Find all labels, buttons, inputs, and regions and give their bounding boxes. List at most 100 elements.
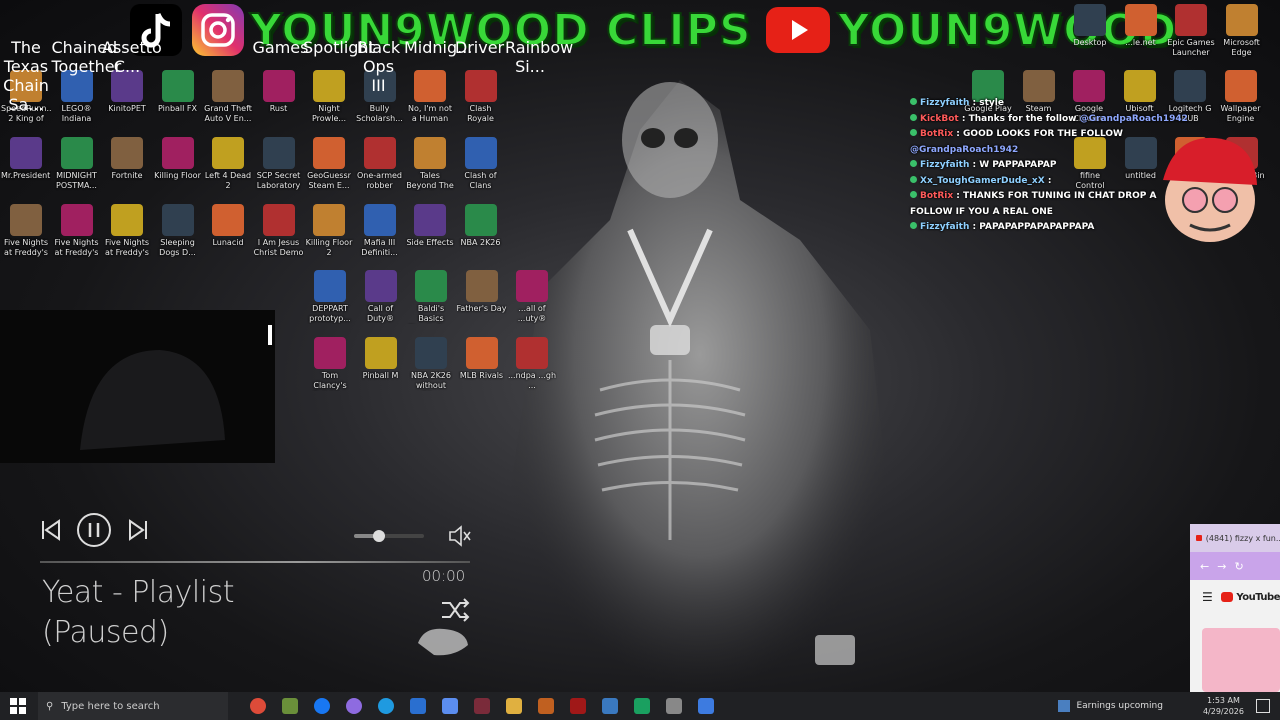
desktop-icon[interactable]: Call of Duty® — [356, 270, 406, 336]
desktop-icon-label[interactable]: Driver — [455, 38, 505, 57]
browser-tab[interactable]: (4841) fizzy x fun... — [1190, 524, 1280, 552]
desktop-icon-label: Lunacid — [212, 238, 244, 247]
desktop-icon[interactable]: LEGO® Indiana Jon... — [52, 70, 102, 136]
previous-track-icon[interactable] — [38, 517, 64, 543]
desktop-icon-label: Rust — [269, 104, 288, 113]
app-icon — [363, 204, 396, 236]
desktop-icon[interactable]: Five Nights at Freddy's 2 — [52, 204, 102, 270]
desktop-icon[interactable]: NBA 2K26 without EA... — [406, 337, 456, 403]
forward-arrow-icon[interactable]: → — [1217, 560, 1226, 573]
desktop-icon[interactable]: Wallpaper Engine — [1216, 70, 1266, 136]
browser-window[interactable]: (4841) fizzy x fun... ← → ↻ ☰ YouTube — [1190, 524, 1280, 692]
app-icon — [516, 270, 548, 302]
chrome-icon[interactable] — [250, 698, 266, 714]
desktop-icon[interactable]: KinitoPET — [102, 70, 152, 136]
pause-button[interactable] — [76, 512, 112, 548]
desktop-icon[interactable]: Tales Beyond The Tomb ... — [405, 137, 455, 203]
edge-icon[interactable] — [378, 698, 394, 714]
desktop-icon[interactable]: Killing Floor — [153, 137, 203, 203]
desktop-icon[interactable]: Clash of Clans — [456, 137, 506, 203]
shuffle-icon[interactable] — [440, 597, 470, 623]
desktop-icon[interactable]: Night Prowle... — [304, 70, 354, 136]
track-progress-line[interactable] — [40, 561, 470, 563]
next-track-icon[interactable] — [125, 517, 151, 543]
desktop-icon-label[interactable]: Rainbow Si... — [505, 38, 573, 76]
windows-start-icon[interactable] — [10, 698, 26, 714]
desktop-icon[interactable]: Lunacid — [203, 204, 253, 270]
desktop-icon[interactable]: Baldi's Basics Classic Re... — [406, 270, 456, 336]
volume-slider[interactable] — [354, 530, 424, 542]
desktop-icon[interactable]: ...ndpa ...gh ... — [507, 337, 557, 403]
game-icon[interactable] — [538, 698, 554, 714]
news-widget-icon[interactable] — [1058, 700, 1071, 712]
desktop-icon[interactable]: ...all of ...uty® — [507, 270, 557, 336]
desktop-icon-label[interactable]: Assetto C... — [102, 38, 162, 76]
desktop-icon[interactable]: SCP Secret Laboratory — [254, 137, 304, 203]
file-explorer-icon[interactable] — [506, 698, 522, 714]
minecraft-icon[interactable] — [282, 698, 298, 714]
taskbar-search-box[interactable]: ⚲ Type here to search — [38, 692, 228, 720]
desktop-icon-label[interactable]: Games — [253, 38, 309, 57]
desktop-icon[interactable]: Killing Floor 2 — [304, 204, 354, 270]
desktop-icon[interactable]: Microsoft Edge — [1217, 4, 1267, 70]
chat-message: Fizzyfaith : style — [910, 96, 1200, 112]
store-icon[interactable] — [410, 698, 426, 714]
back-arrow-icon[interactable]: ← — [1200, 560, 1209, 573]
notepad-icon[interactable] — [602, 698, 618, 714]
desktop-icon[interactable]: Rust — [254, 70, 304, 136]
desktop-icon-label[interactable]: The Texas Chain Sa... — [1, 38, 51, 114]
photos-icon[interactable] — [666, 698, 682, 714]
chat-mention: @GrandpaRoach1942 — [910, 144, 1019, 155]
desktop-icon[interactable]: MIDNIGHT POSTMA... — [52, 137, 102, 203]
clock-date: 4/29/2026 — [1202, 707, 1244, 716]
menu-hamburger-icon[interactable]: ☰ — [1202, 590, 1213, 604]
desktop-icon-label[interactable]: Black Ops III — [354, 38, 404, 95]
app-icon[interactable] — [474, 698, 490, 714]
xbox-icon[interactable] — [634, 698, 650, 714]
desktop-icon-label[interactable]: Spotlight — [303, 38, 375, 57]
desktop-icon[interactable]: Left 4 Dead 2 — [203, 137, 253, 203]
chat-badge-icon — [910, 98, 917, 105]
notification-icon[interactable] — [1256, 699, 1270, 713]
desktop-icon[interactable]: Five Nights at Freddy's — [1, 204, 51, 270]
desktop-icon[interactable]: Clash Royale — [456, 70, 506, 136]
desktop-icon[interactable]: Mr.President! — [1, 137, 51, 203]
desktop-icon[interactable]: Sleeping Dogs D... — [153, 204, 203, 270]
reload-icon[interactable]: ↻ — [1234, 560, 1243, 573]
desktop-icon[interactable]: I Am Jesus Christ Demo — [254, 204, 304, 270]
active-window-icon[interactable] — [698, 698, 714, 714]
desktop-icon[interactable]: Epic Games Launcher — [1166, 4, 1216, 70]
copilot-icon[interactable] — [346, 698, 362, 714]
desktop-icon[interactable]: Pinball M — [356, 337, 406, 403]
desktop-icon-label[interactable]: Midnig... — [404, 38, 472, 57]
music-player-widget: 00:00 Yeat - Playlist (Paused) — [30, 505, 490, 685]
mail-icon[interactable] — [442, 698, 458, 714]
desktop-icon[interactable]: Tom Clancy's Rainbow Si... — [305, 337, 355, 403]
desktop-icon[interactable]: Grand Theft Auto V En... — [203, 70, 253, 136]
desktop-icon[interactable]: Side Effects — [405, 204, 455, 270]
desktop-icon-label: KinitoPET — [108, 104, 146, 113]
desktop-icon[interactable]: Fortnite — [102, 137, 152, 203]
desktop-icon[interactable]: Father's Day — [457, 270, 507, 336]
mute-speaker-icon[interactable] — [448, 525, 472, 547]
desktop-icon[interactable]: No, I'm not a Human — [405, 70, 455, 136]
desktop-icon[interactable]: NBA 2K26 — [456, 204, 506, 270]
news-widget-text[interactable]: Earnings upcoming — [1076, 701, 1162, 711]
taskbar-clock[interactable]: 1:53 AM 4/29/2026 — [1203, 695, 1244, 717]
desktop-icon[interactable]: GeoGuessr Steam E... — [304, 137, 354, 203]
playback-state: (Paused) — [42, 615, 169, 650]
volume-slider-knob[interactable] — [372, 530, 385, 542]
facebook-icon[interactable] — [314, 698, 330, 714]
desktop-icon[interactable]: One-armed robber — [355, 137, 405, 203]
desktop-icon-label[interactable]: Chained Together — [52, 38, 122, 76]
youtube-brand[interactable]: YouTube — [1236, 592, 1280, 603]
desktop-icon[interactable]: Mafia III Definiti... — [355, 204, 405, 270]
desktop-icon[interactable]: ...le.net — [1116, 4, 1166, 70]
desktop-icon[interactable]: Pinball FX — [153, 70, 203, 136]
desktop-icon[interactable]: MLB Rivals — [457, 337, 507, 403]
video-thumbnail[interactable] — [1202, 628, 1280, 692]
desktop-icon[interactable]: DEPPART prototyp... — [305, 270, 355, 336]
obs-icon[interactable] — [570, 698, 586, 714]
desktop-icon[interactable]: Desktop — [1065, 4, 1115, 70]
desktop-icon[interactable]: Five Nights at Freddy's 3 — [102, 204, 152, 270]
